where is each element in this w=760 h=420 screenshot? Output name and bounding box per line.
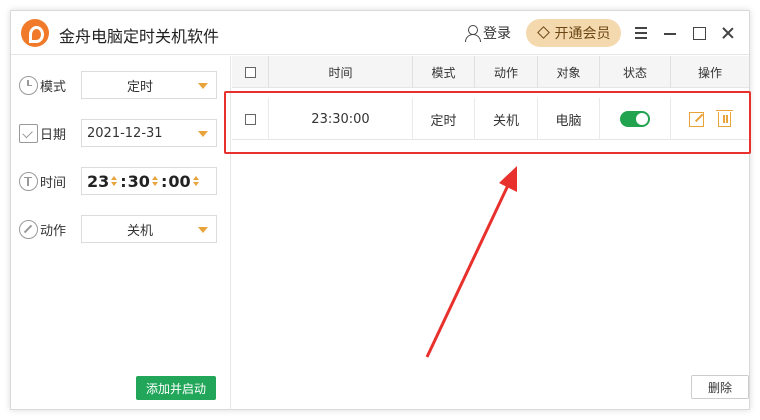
app-window: 金舟电脑定时关机软件 登录 开通会员 模式 定时 日期 2021-12-31 时… — [10, 10, 751, 410]
annotation-arrow-icon — [425, 166, 517, 358]
